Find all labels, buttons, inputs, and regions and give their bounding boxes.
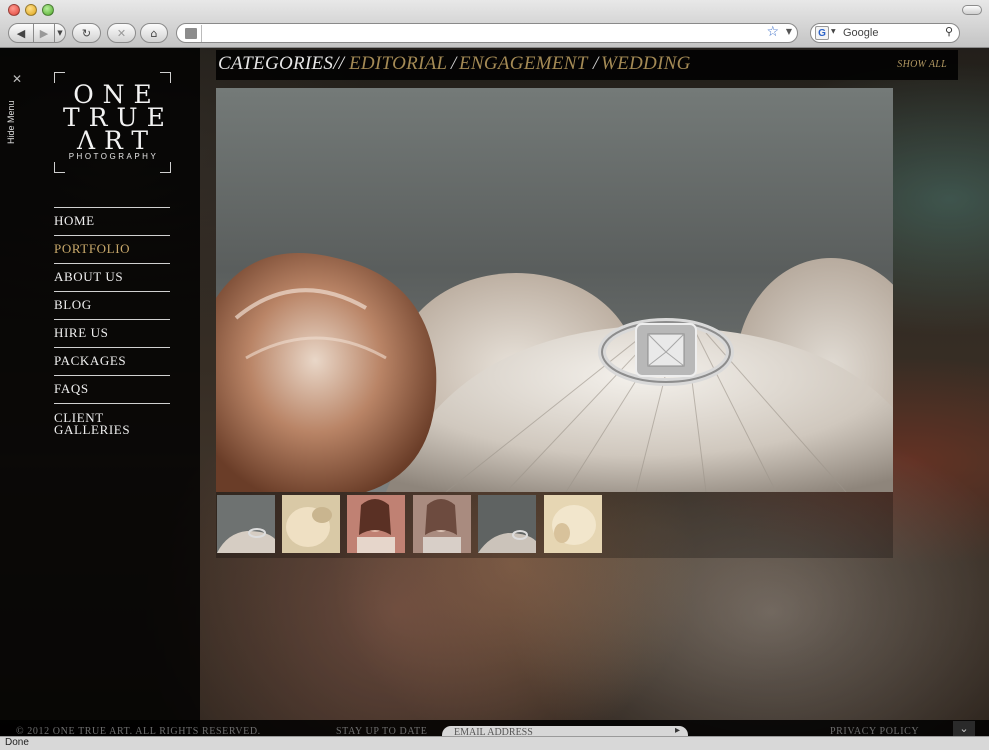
thumbnail-2[interactable] bbox=[282, 495, 340, 553]
category-editorial[interactable]: EDITORIAL bbox=[349, 53, 447, 75]
nav-item-portfolio[interactable]: PORTFOLIO bbox=[54, 236, 170, 264]
thumbnail-image bbox=[347, 495, 405, 553]
nav-item-packages[interactable]: PACKAGES bbox=[54, 348, 170, 376]
toolbar-toggle-button[interactable] bbox=[962, 5, 982, 15]
search-icon[interactable]: ⚲ bbox=[945, 25, 953, 38]
logo-word-art: ΛRT bbox=[76, 126, 158, 155]
category-separator: / bbox=[451, 53, 457, 74]
footer: © 2012 ONE TRUE ART. ALL RIGHTS RESERVED… bbox=[0, 720, 989, 736]
chevron-down-icon[interactable]: ▼ bbox=[786, 27, 792, 36]
site-logo[interactable]: ONE TRUE ΛRT PHOTOGRAPHY bbox=[54, 72, 171, 173]
privacy-policy-link[interactable]: PRIVACY POLICY bbox=[830, 726, 919, 736]
thumbnail-image bbox=[478, 495, 536, 553]
nav-label-galleries: GALLERIES bbox=[54, 422, 131, 437]
chevron-down-icon: ⌄ bbox=[959, 722, 969, 735]
nav-item-blog[interactable]: BLOG bbox=[54, 292, 170, 320]
close-icon[interactable]: ✕ bbox=[12, 72, 22, 86]
submit-arrow-icon[interactable]: ▸ bbox=[675, 725, 680, 736]
footer-toggle-button[interactable]: ⌄ bbox=[953, 721, 975, 736]
status-text: Done bbox=[5, 737, 29, 748]
logo-corner bbox=[54, 162, 65, 173]
show-all-link[interactable]: SHOW ALL bbox=[897, 59, 947, 70]
address-bar[interactable]: ☆ ▼ bbox=[176, 23, 798, 43]
stop-icon: ✕ bbox=[116, 26, 127, 40]
google-icon[interactable]: G bbox=[815, 26, 829, 40]
home-button[interactable]: ⌂ bbox=[140, 23, 168, 43]
chevron-down-icon: ▼ bbox=[57, 29, 63, 37]
back-button[interactable]: ◀ bbox=[8, 23, 34, 43]
nav-item-hire-us[interactable]: HIRE US bbox=[54, 320, 170, 348]
category-bar: CATEGORIES// EDITORIAL / ENGAGEMENT / WE… bbox=[216, 50, 958, 80]
thumbnail-image bbox=[217, 495, 275, 553]
thumbnail-image bbox=[544, 495, 602, 553]
thumbnail-5[interactable] bbox=[478, 495, 536, 553]
newsletter-label: STAY UP TO DATE bbox=[336, 726, 428, 736]
logo-subtitle: PHOTOGRAPHY bbox=[68, 152, 159, 161]
stop-button[interactable]: ✕ bbox=[107, 23, 136, 43]
forward-icon: ▶ bbox=[39, 26, 49, 40]
thumbnail-1[interactable] bbox=[217, 495, 275, 553]
reload-icon: ↻ bbox=[81, 26, 92, 40]
categories-label: CATEGORIES// bbox=[218, 53, 345, 74]
address-divider bbox=[201, 25, 202, 42]
window-minimize-button[interactable] bbox=[25, 4, 37, 16]
main-nav: HOME PORTFOLIO ABOUT US BLOG HIRE US PAC… bbox=[54, 207, 170, 441]
copyright-text: © 2012 ONE TRUE ART. ALL RIGHTS RESERVED… bbox=[16, 726, 261, 736]
sidebar: ✕ Hide Menu ONE TRUE ΛRT PHOTOGRAPHY HOM… bbox=[0, 48, 200, 736]
search-placeholder: Google bbox=[843, 27, 879, 39]
web-page: ✕ Hide Menu ONE TRUE ΛRT PHOTOGRAPHY HOM… bbox=[0, 48, 989, 736]
logo-corner bbox=[160, 162, 171, 173]
email-input[interactable]: EMAIL ADDRESS ▸ bbox=[442, 725, 688, 736]
search-input[interactable]: G ▼ Google ⚲ bbox=[810, 23, 960, 43]
category-separator: / bbox=[593, 53, 599, 74]
bookmark-star-icon[interactable]: ☆ bbox=[766, 24, 779, 40]
hide-menu-button[interactable]: Hide Menu bbox=[6, 94, 26, 144]
thumbnail-6[interactable] bbox=[544, 495, 602, 553]
nav-item-home[interactable]: HOME bbox=[54, 208, 170, 236]
ring-photo bbox=[216, 88, 893, 492]
thumbnail-image bbox=[413, 495, 471, 553]
browser-toolbar: ◀ ▶ ▼ ↻ ✕ ⌂ ☆ ▼ G ▼ Google ⚲ bbox=[0, 0, 989, 48]
thumbnail-image bbox=[282, 495, 340, 553]
reload-button[interactable]: ↻ bbox=[72, 23, 101, 43]
chevron-down-icon[interactable]: ▼ bbox=[831, 28, 836, 35]
thumbnail-3[interactable] bbox=[347, 495, 405, 553]
window-close-button[interactable] bbox=[8, 4, 20, 16]
nav-item-faqs[interactable]: FAQS bbox=[54, 376, 170, 404]
thumbnail-4[interactable] bbox=[413, 495, 471, 553]
back-icon: ◀ bbox=[16, 26, 26, 40]
history-dropdown-button[interactable]: ▼ bbox=[54, 23, 66, 43]
home-icon: ⌂ bbox=[150, 26, 158, 40]
category-wedding[interactable]: WEDDING bbox=[601, 53, 691, 75]
forward-button[interactable]: ▶ bbox=[33, 23, 55, 43]
email-placeholder: EMAIL ADDRESS bbox=[454, 727, 533, 736]
site-icon bbox=[185, 28, 197, 39]
nav-item-about-us[interactable]: ABOUT US bbox=[54, 264, 170, 292]
browser-status-bar: Done bbox=[0, 736, 989, 750]
main-photo[interactable] bbox=[216, 88, 893, 492]
category-engagement[interactable]: ENGAGEMENT bbox=[459, 53, 588, 75]
nav-item-client-galleries[interactable]: CLIENT GALLERIES bbox=[54, 404, 170, 441]
window-zoom-button[interactable] bbox=[42, 4, 54, 16]
